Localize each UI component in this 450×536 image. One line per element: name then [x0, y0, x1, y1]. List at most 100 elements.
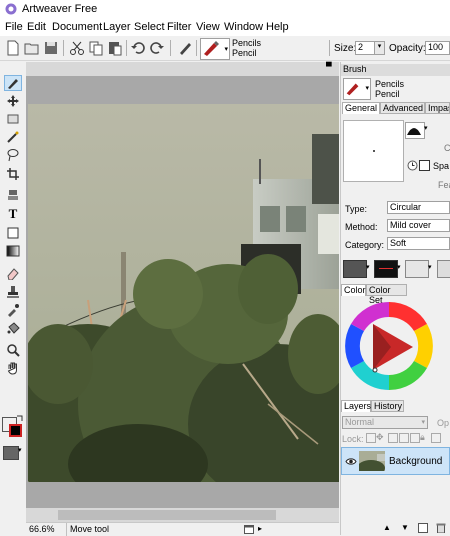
tab-color[interactable]: Color	[341, 284, 366, 296]
stamp-tool[interactable]	[4, 284, 22, 300]
new-layer-icon[interactable]	[418, 523, 428, 533]
paste-icon[interactable]	[107, 40, 123, 56]
redo-icon[interactable]	[149, 40, 165, 56]
move-layer-down-icon[interactable]: ▼	[401, 523, 409, 532]
menu-document[interactable]: Document	[52, 21, 102, 33]
tab-impasto[interactable]: Impas	[425, 102, 450, 114]
brush-tool[interactable]	[4, 75, 22, 91]
lock-label: Lock:	[342, 434, 364, 444]
move-icon	[7, 95, 19, 107]
lock-transparency-checkbox[interactable]	[366, 433, 376, 443]
move-layer-up-icon[interactable]: ▲	[383, 523, 391, 532]
hand-tool[interactable]	[4, 360, 22, 376]
menu-edit[interactable]: Edit	[27, 21, 46, 33]
color-wheel[interactable]	[343, 300, 435, 392]
shape-tool[interactable]	[4, 225, 22, 241]
paint-bucket-icon	[7, 322, 20, 334]
spacing-checkbox[interactable]	[419, 160, 430, 171]
paper-texture-swatch[interactable]	[3, 446, 19, 460]
brush-panel-name: Pencil	[375, 89, 400, 99]
eyedropper-tool[interactable]	[4, 302, 22, 318]
copy-icon[interactable]	[88, 40, 104, 56]
lock-all-checkbox[interactable]	[410, 433, 420, 443]
menu-help[interactable]: Help	[266, 21, 289, 33]
brush-panel-preset-preview[interactable]: ▾	[343, 78, 371, 100]
size-field[interactable]: 2 ▾	[355, 41, 385, 55]
chevron-down-icon[interactable]: ▾	[374, 42, 384, 54]
stamp-icon	[7, 286, 19, 298]
tab-advanced[interactable]: Advanced	[380, 102, 425, 114]
toolbar-separator	[196, 40, 197, 56]
move-tool[interactable]	[4, 93, 22, 109]
menu-view[interactable]: View	[196, 21, 220, 33]
rectangle-select-tool[interactable]	[4, 111, 22, 127]
method-select[interactable]: Mild cover	[387, 219, 450, 232]
delete-layer-icon[interactable]	[436, 523, 446, 533]
menu-file[interactable]: File	[5, 21, 23, 33]
chevron-down-icon[interactable]: ▾	[424, 124, 428, 132]
menu-filter[interactable]: Filter	[167, 21, 191, 33]
eye-icon[interactable]	[345, 457, 357, 466]
brush-preset-preview[interactable]: ▾	[200, 38, 230, 60]
extra-selector[interactable]	[437, 260, 450, 278]
tab-color-set[interactable]: Color Set	[366, 284, 407, 305]
window-menu-icon[interactable]: ▀	[326, 62, 336, 72]
horizontal-scrollbar-thumb[interactable]	[58, 510, 276, 520]
zoom-level: 66.6%	[29, 524, 55, 534]
app-logo-icon	[5, 3, 17, 15]
tab-history[interactable]: History	[371, 400, 404, 412]
swap-colors-icon[interactable]	[16, 415, 24, 423]
brush-preset-icon	[204, 41, 219, 56]
grain-selector[interactable]	[405, 260, 429, 278]
bucket-tool[interactable]	[4, 320, 22, 336]
lock-pixels-checkbox[interactable]	[399, 433, 409, 443]
brush-side-label-spacing: Spa	[433, 161, 450, 171]
category-select[interactable]: Soft	[387, 237, 450, 250]
document-canvas-image[interactable]	[28, 104, 339, 482]
brush-side-label-feather: Fea	[438, 180, 450, 190]
tab-general[interactable]: General	[342, 102, 380, 114]
chevron-down-icon[interactable]: ▾	[18, 446, 22, 454]
eraser-tool[interactable]	[4, 265, 22, 281]
background-color-swatch[interactable]	[9, 424, 22, 437]
brush-texture-selector[interactable]	[374, 260, 398, 278]
category-label: Category:	[345, 240, 385, 250]
document-window-header: ▀	[26, 62, 339, 76]
text-tool[interactable]: T	[4, 206, 22, 222]
lasso-tool[interactable]	[4, 147, 22, 163]
chevron-down-icon[interactable]: ▾	[366, 263, 370, 271]
paper-texture-selector[interactable]	[343, 260, 367, 278]
gradient-tool[interactable]	[4, 243, 22, 259]
lock-extra-checkbox[interactable]	[431, 433, 441, 443]
status-bar: 66.6% Move tool ▸	[26, 522, 339, 536]
menu-select[interactable]: Select	[134, 21, 165, 33]
size-value: 2	[358, 42, 364, 52]
brush-preset-icon	[346, 83, 359, 96]
layer-row[interactable]: Background	[341, 447, 450, 475]
brush-shape-selector[interactable]	[405, 122, 425, 139]
opacity-label: Opacity:	[389, 43, 426, 54]
new-document-icon[interactable]	[5, 40, 21, 56]
status-arrow-icon[interactable]: ▸	[258, 524, 262, 533]
menu-window[interactable]: Window	[224, 21, 263, 33]
undo-icon[interactable]	[130, 40, 146, 56]
open-document-icon[interactable]	[24, 40, 40, 56]
blend-mode-select[interactable]: Normal ▾	[342, 416, 428, 429]
clone-tool[interactable]	[4, 187, 22, 203]
menu-layer[interactable]: Layer	[103, 21, 131, 33]
chevron-down-icon[interactable]: ▾	[428, 263, 432, 271]
cut-icon[interactable]	[69, 40, 85, 56]
type-select[interactable]: Circular	[387, 201, 450, 214]
category-value: Soft	[390, 238, 407, 248]
document-size-icon[interactable]	[244, 525, 254, 534]
tab-layers[interactable]: Layers	[341, 400, 371, 412]
chevron-down-icon[interactable]: ▾	[397, 263, 401, 271]
crop-tool[interactable]	[4, 166, 22, 182]
magic-wand-icon	[7, 131, 19, 143]
save-icon[interactable]	[43, 40, 59, 56]
pencil-tool-icon[interactable]	[177, 40, 193, 56]
zoom-tool[interactable]	[4, 342, 22, 358]
magic-wand-tool[interactable]	[4, 129, 22, 145]
opacity-field[interactable]: 100	[425, 41, 450, 55]
lock-position-checkbox[interactable]	[388, 433, 398, 443]
